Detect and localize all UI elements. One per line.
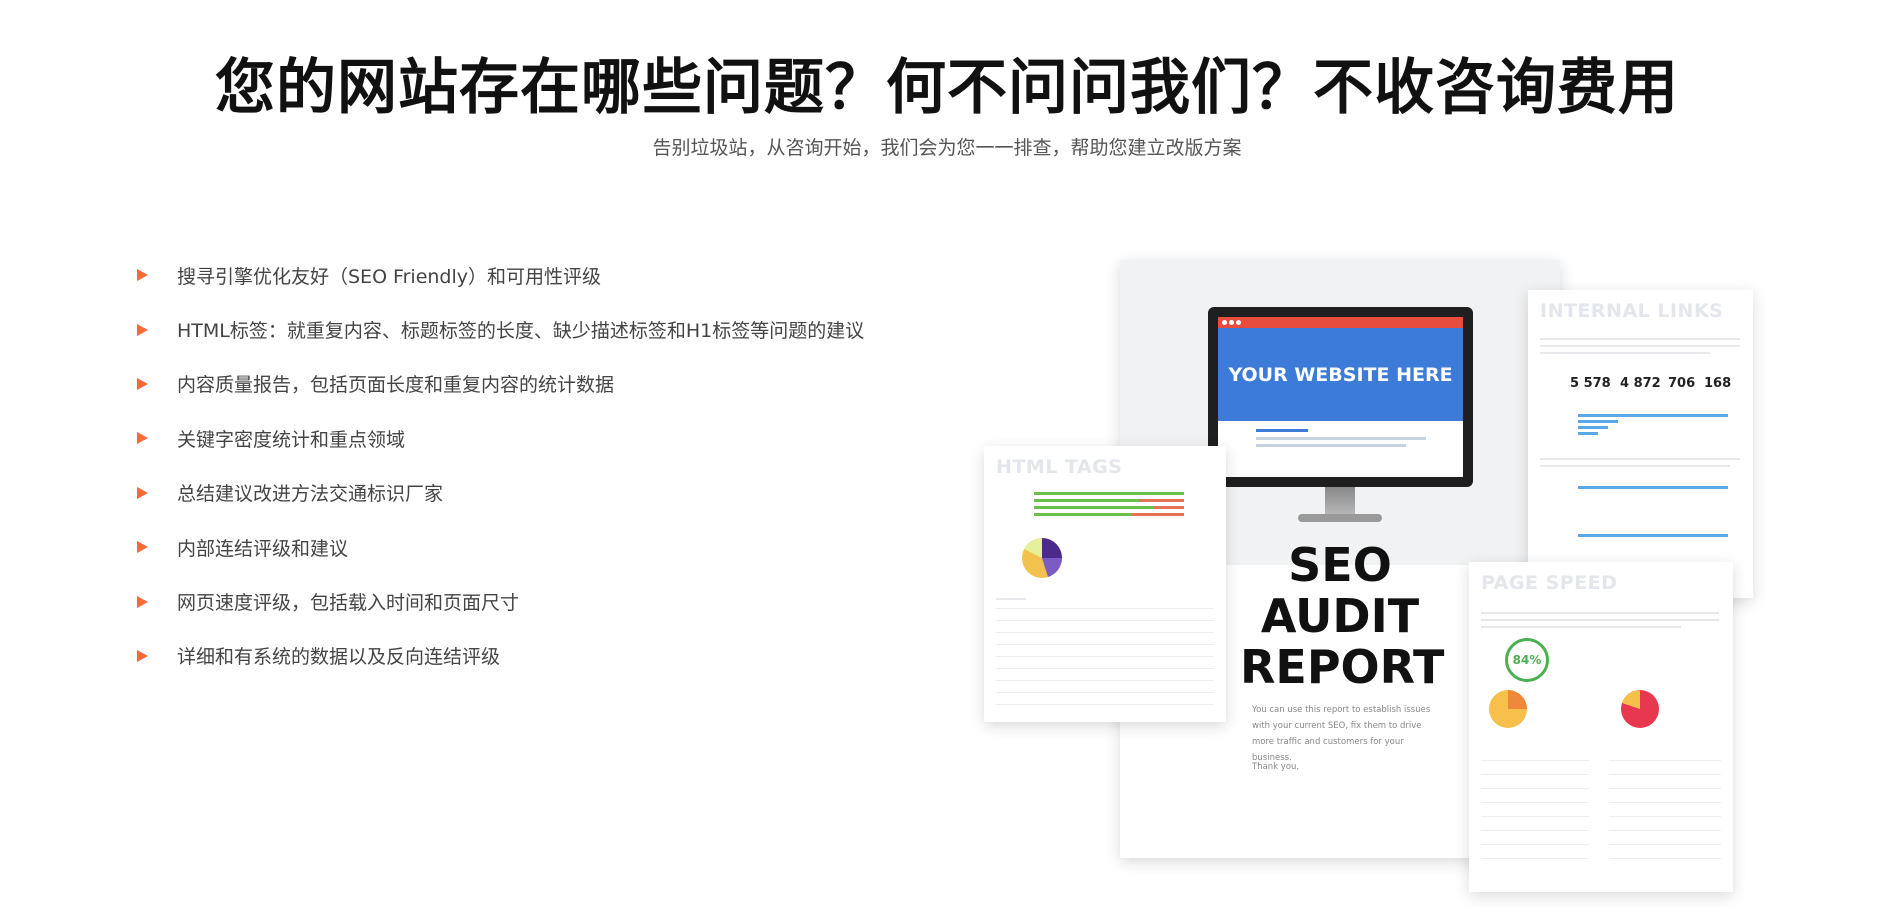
arrow-right-icon [137, 541, 148, 554]
pie-chart-icon [1621, 690, 1659, 728]
list-item: 内容质量报告，包括页面长度和重复内容的统计数据 [137, 357, 917, 411]
cover-thanks: Thank you, [1252, 762, 1300, 772]
arrow-right-icon [137, 377, 148, 390]
report-html-tags-page: HTML TAGS [984, 446, 1226, 722]
feature-list: 搜寻引擎优化友好（SEO Friendly）和可用性评级 HTML标签：就重复内… [137, 248, 917, 683]
page-subtitle: 告别垃圾站，从咨询开始，我们会为您一一排查，帮助您建立改版方案 [652, 137, 1242, 159]
feature-text: 关键字密度统计和重点领域 [177, 428, 406, 451]
list-item: 搜寻引擎优化友好（SEO Friendly）和可用性评级 [137, 248, 917, 302]
feature-text: HTML标签：就重复内容、标题标签的长度、缺少描述标签和H1标签等问题的建议 [177, 320, 865, 343]
pie-chart-icon [1489, 690, 1527, 728]
stat-value: 4 872 [1620, 376, 1661, 391]
report-page-speed-page: PAGE SPEED 84% [1469, 562, 1733, 892]
arrow-right-icon [137, 595, 148, 608]
arrow-right-icon [137, 323, 148, 336]
pie-chart-icon [1022, 537, 1062, 578]
speed-score-gauge: 84% [1505, 638, 1549, 682]
arrow-right-icon [137, 486, 148, 499]
stat-value: 706 [1668, 376, 1696, 391]
page-speed-title: PAGE SPEED [1481, 572, 1618, 594]
cover-title: SEO AUDIT REPORT [1240, 538, 1445, 694]
list-item: 网页速度评级，包括载入时间和页面尺寸 [137, 574, 917, 628]
arrow-right-icon [137, 269, 148, 282]
feature-text: 总结建议改进方法交通标识厂家 [177, 483, 444, 506]
stat-value: 168 [1704, 376, 1732, 391]
feature-text: 内部连结评级和建议 [177, 537, 349, 560]
stat-value: 5 578 [1570, 376, 1611, 391]
html-tags-title: HTML TAGS [996, 456, 1123, 478]
feature-text: 详细和有系统的数据以及反向连结评级 [177, 646, 501, 669]
cover-body-text: You can use this report to establish iss… [1252, 705, 1431, 763]
feature-text: 内容质量报告，包括页面长度和重复内容的统计数据 [177, 374, 615, 397]
monitor-stand [1325, 487, 1355, 517]
list-item: HTML标签：就重复内容、标题标签的长度、缺少描述标签和H1标签等问题的建议 [137, 302, 917, 356]
feature-text: 搜寻引擎优化友好（SEO Friendly）和可用性评级 [177, 265, 602, 288]
list-item: 详细和有系统的数据以及反向连结评级 [137, 629, 917, 683]
arrow-right-icon [137, 649, 148, 662]
list-item: 关键字密度统计和重点领域 [137, 411, 917, 465]
feature-text: 网页速度评级，包括载入时间和页面尺寸 [177, 592, 520, 615]
monitor-base [1298, 514, 1382, 522]
internal-links-title: INTERNAL LINKS [1540, 300, 1724, 322]
list-item: 总结建议改进方法交通标识厂家 [137, 466, 917, 520]
screen-hero: YOUR WEBSITE HERE [1218, 328, 1463, 421]
monitor-screen: YOUR WEBSITE HERE [1218, 317, 1463, 477]
browser-bar [1218, 317, 1463, 328]
report-internal-links-page: INTERNAL LINKS 5 578 4 872 706 168 [1528, 290, 1753, 598]
page-title: 您的网站存在哪些问题？何不问问我们？不收咨询费用 [215, 53, 1679, 123]
list-item: 内部连结评级和建议 [137, 520, 917, 574]
monitor-icon: YOUR WEBSITE HERE [1208, 307, 1473, 487]
arrow-right-icon [137, 432, 148, 445]
